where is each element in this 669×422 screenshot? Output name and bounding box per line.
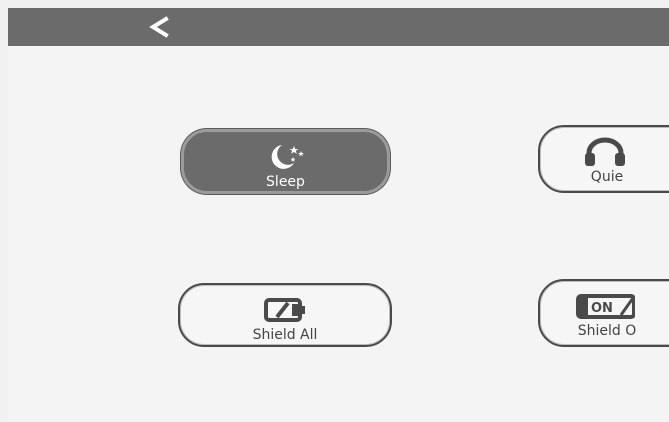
mode-shield-all-button[interactable]: Shield All	[178, 283, 392, 347]
top-bar	[8, 8, 669, 46]
mode-shield-other-label: Shield O	[577, 323, 637, 339]
back-button[interactable]	[142, 12, 176, 42]
battery-slash-icon	[263, 295, 307, 325]
mode-shield-all-label: Shield All	[252, 327, 318, 343]
mode-sleep-label: Sleep	[266, 174, 305, 190]
mode-sleep-button[interactable]: Sleep	[181, 129, 390, 194]
on-switch-text: ON	[591, 301, 613, 316]
on-switch-icon: ON	[575, 291, 635, 321]
screen: Sleep Quie Shield All ON Shield O	[8, 8, 669, 422]
mode-shield-other-button[interactable]: ON Shield O	[538, 279, 669, 347]
headphones-icon	[582, 137, 628, 167]
back-chevron-icon	[149, 16, 169, 38]
mode-quiet-label: Quie	[590, 169, 624, 185]
moon-stars-icon	[264, 142, 308, 172]
mode-quiet-button[interactable]: Quie	[538, 125, 669, 193]
